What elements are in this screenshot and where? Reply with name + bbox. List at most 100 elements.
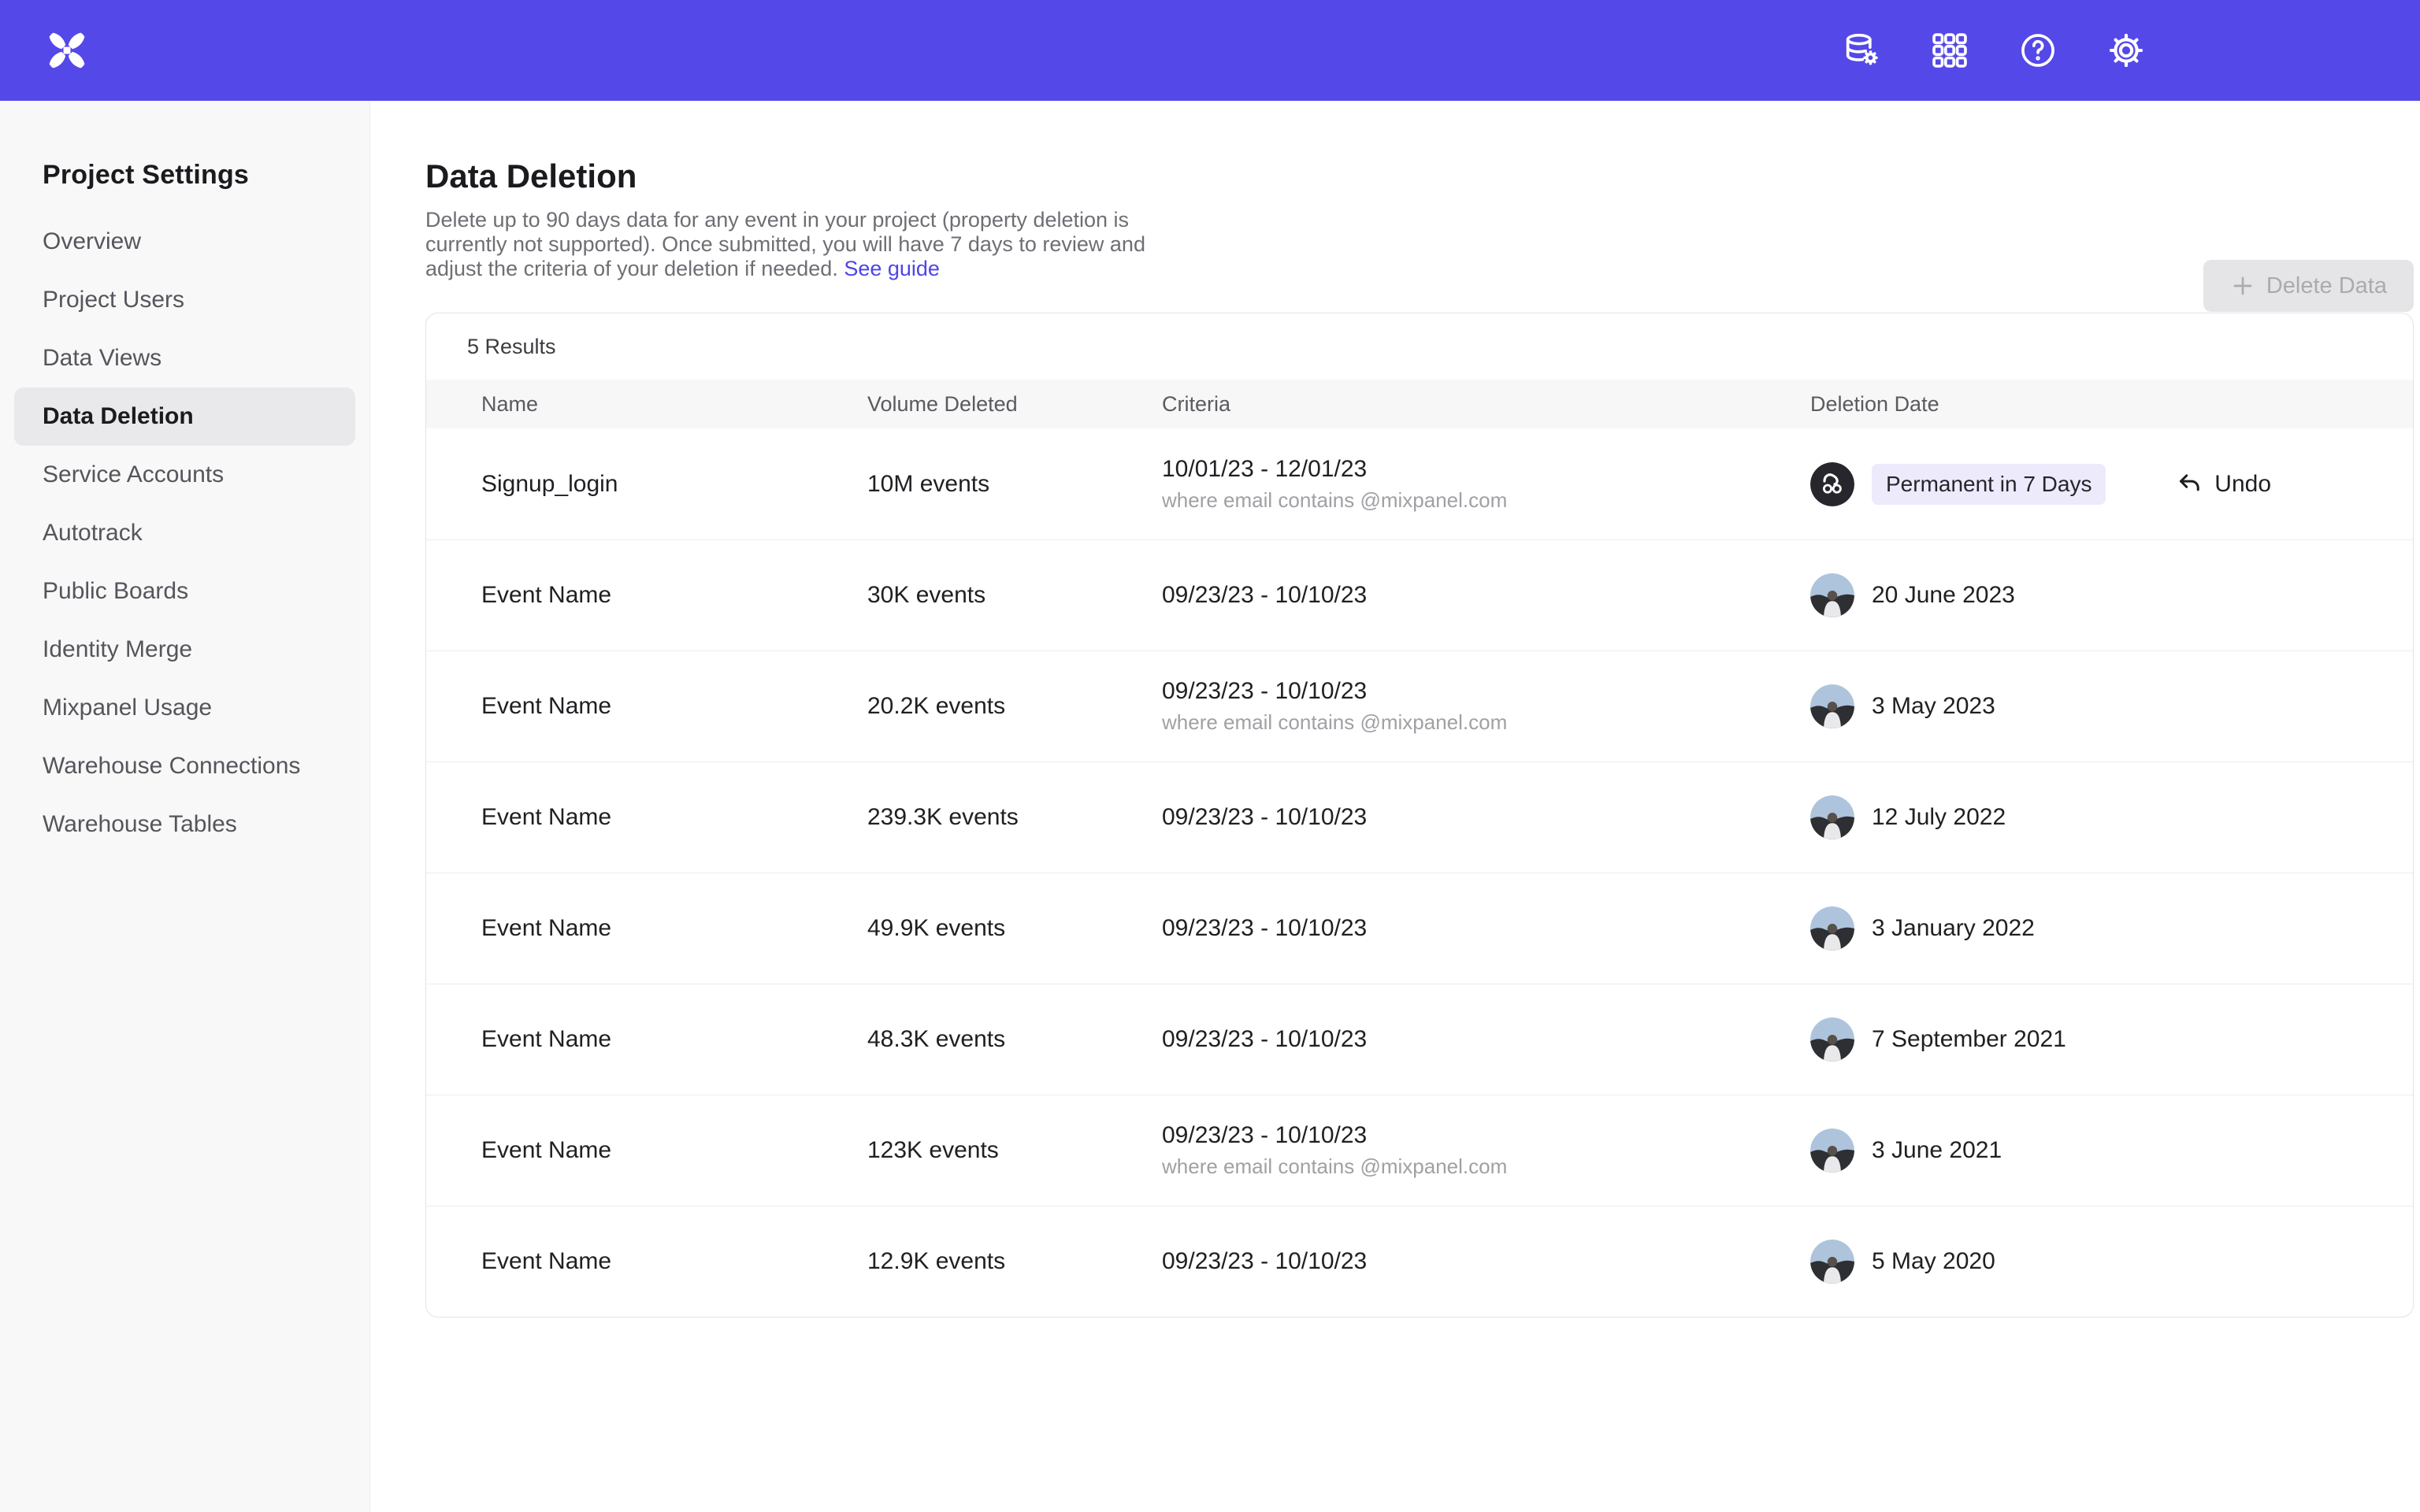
sidebar-item-label: Project Users bbox=[43, 287, 184, 313]
requester-avatar-photo bbox=[1810, 1017, 1854, 1062]
criteria-cell: 09/23/23 - 10/10/23 where email contains… bbox=[1162, 678, 1810, 735]
help-icon[interactable] bbox=[2016, 28, 2060, 72]
sidebar-item-label: Public Boards bbox=[43, 578, 188, 605]
see-guide-link[interactable]: See guide bbox=[844, 257, 940, 280]
main-content: Data Deletion Delete up to 90 days data … bbox=[370, 101, 2420, 1512]
criteria-cell: 09/23/23 - 10/10/23 bbox=[1162, 804, 1810, 831]
event-name-cell: Event Name bbox=[481, 1248, 867, 1275]
sidebar-item[interactable]: Mixpanel Usage bbox=[14, 679, 355, 737]
criteria-filter: where email contains @mixpanel.com bbox=[1162, 1154, 1810, 1179]
criteria-date-range: 09/23/23 - 10/10/23 bbox=[1162, 678, 1810, 705]
pending-status-badge: Permanent in 7 Days bbox=[1872, 464, 2106, 505]
table-body: Signup_login 10M events 10/01/23 - 12/01… bbox=[426, 428, 2413, 1317]
undo-button-label: Undo bbox=[2214, 471, 2271, 498]
requester-avatar-photo bbox=[1810, 684, 1854, 728]
deletion-date-value: 20 June 2023 bbox=[1872, 582, 2015, 609]
mixpanel-logo[interactable] bbox=[43, 26, 91, 75]
plus-icon bbox=[2230, 273, 2255, 298]
criteria-date-range: 10/01/23 - 12/01/23 bbox=[1162, 456, 1810, 483]
sidebar-item-label: Mixpanel Usage bbox=[43, 695, 212, 721]
undo-button[interactable]: Undo bbox=[2175, 470, 2271, 498]
requester-avatar-art bbox=[1810, 462, 1854, 506]
requester-avatar-photo bbox=[1810, 1240, 1854, 1284]
deletion-date-cell: 5 May 2020 bbox=[1810, 1240, 2413, 1284]
delete-data-button-label: Delete Data bbox=[2266, 273, 2387, 299]
sidebar-item-label: Autotrack bbox=[43, 520, 143, 547]
delete-data-button[interactable]: Delete Data bbox=[2203, 260, 2414, 312]
sidebar-item[interactable]: Public Boards bbox=[14, 562, 355, 621]
criteria-cell: 09/23/23 - 10/10/23 bbox=[1162, 1248, 1810, 1275]
topbar-icon-group bbox=[1839, 0, 2148, 101]
results-count: 5 Results bbox=[426, 313, 2413, 380]
deletion-date-value: 3 May 2023 bbox=[1872, 693, 1995, 720]
undo-arrow-icon bbox=[2175, 470, 2203, 498]
deletion-date-value: 5 May 2020 bbox=[1872, 1248, 1995, 1275]
volume-deleted-cell: 20.2K events bbox=[867, 693, 1162, 720]
table-row: Event Name 20.2K events 09/23/23 - 10/10… bbox=[426, 650, 2413, 762]
sidebar-item[interactable]: Warehouse Tables bbox=[14, 795, 355, 854]
sidebar-item-label: Identity Merge bbox=[43, 636, 192, 663]
requester-avatar-photo bbox=[1810, 795, 1854, 839]
sidebar-item[interactable]: Overview bbox=[14, 213, 355, 271]
deletion-date-cell: 3 June 2021 bbox=[1810, 1128, 2413, 1173]
column-header-volume: Volume Deleted bbox=[867, 392, 1162, 417]
volume-deleted-cell: 49.9K events bbox=[867, 915, 1162, 942]
top-navigation-bar bbox=[0, 0, 2420, 101]
volume-deleted-cell: 10M events bbox=[867, 471, 1162, 498]
event-name-cell: Event Name bbox=[481, 804, 867, 831]
table-row: Event Name 48.3K events 09/23/23 - 10/10… bbox=[426, 984, 2413, 1095]
deletion-date-value: 7 September 2021 bbox=[1872, 1026, 2066, 1053]
page-description-text: Delete up to 90 days data for any event … bbox=[425, 208, 1145, 280]
event-name-cell: Signup_login bbox=[481, 471, 867, 498]
page-title: Data Deletion bbox=[425, 158, 2420, 195]
table-header: Name Volume Deleted Criteria Deletion Da… bbox=[426, 380, 2413, 428]
deletion-date-value: 12 July 2022 bbox=[1872, 804, 2006, 831]
sidebar-item[interactable]: Identity Merge bbox=[14, 621, 355, 679]
apps-grid-icon[interactable] bbox=[1928, 28, 1972, 72]
table-row: Event Name 12.9K events 09/23/23 - 10/10… bbox=[426, 1206, 2413, 1317]
deletion-date-cell: 12 July 2022 bbox=[1810, 795, 2413, 839]
sidebar-item-label: Data Deletion bbox=[43, 403, 194, 430]
criteria-date-range: 09/23/23 - 10/10/23 bbox=[1162, 1248, 1810, 1275]
sidebar-item[interactable]: Data Views bbox=[14, 329, 355, 387]
criteria-date-range: 09/23/23 - 10/10/23 bbox=[1162, 1026, 1810, 1053]
sidebar-nav: Overview Project Users Data Views Data D… bbox=[0, 213, 369, 854]
volume-deleted-cell: 12.9K events bbox=[867, 1248, 1162, 1275]
volume-deleted-cell: 48.3K events bbox=[867, 1026, 1162, 1053]
criteria-cell: 09/23/23 - 10/10/23 where email contains… bbox=[1162, 1122, 1810, 1179]
criteria-filter: where email contains @mixpanel.com bbox=[1162, 488, 1810, 513]
deletion-date-value: 3 January 2022 bbox=[1872, 915, 2035, 942]
criteria-cell: 09/23/23 - 10/10/23 bbox=[1162, 582, 1810, 609]
sidebar-item[interactable]: Warehouse Connections bbox=[14, 737, 355, 795]
deletion-date-cell: 3 January 2022 bbox=[1810, 906, 2413, 951]
event-name-cell: Event Name bbox=[481, 1026, 867, 1053]
sidebar-item-label: Warehouse Connections bbox=[43, 753, 300, 780]
data-management-icon[interactable] bbox=[1839, 28, 1884, 72]
table-row: Event Name 30K events 09/23/23 - 10/10/2… bbox=[426, 539, 2413, 650]
requester-avatar-photo bbox=[1810, 573, 1854, 617]
table-row: Event Name 239.3K events 09/23/23 - 10/1… bbox=[426, 762, 2413, 873]
volume-deleted-cell: 123K events bbox=[867, 1137, 1162, 1164]
requester-avatar-photo bbox=[1810, 1128, 1854, 1173]
sidebar-item[interactable]: Data Deletion bbox=[14, 387, 355, 446]
requester-avatar-photo bbox=[1810, 906, 1854, 951]
sidebar-title: Project Settings bbox=[43, 158, 369, 192]
event-name-cell: Event Name bbox=[481, 1137, 867, 1164]
event-name-cell: Event Name bbox=[481, 693, 867, 720]
sidebar-item[interactable]: Autotrack bbox=[14, 504, 355, 562]
sidebar-item-label: Warehouse Tables bbox=[43, 811, 237, 838]
deletion-date-cell: 3 May 2023 bbox=[1810, 684, 2413, 728]
criteria-cell: 10/01/23 - 12/01/23 where email contains… bbox=[1162, 456, 1810, 513]
settings-gear-icon[interactable] bbox=[2104, 28, 2148, 72]
column-header-deletion-date: Deletion Date bbox=[1810, 392, 2413, 417]
sidebar-item[interactable]: Project Users bbox=[14, 271, 355, 329]
criteria-date-range: 09/23/23 - 10/10/23 bbox=[1162, 1122, 1810, 1149]
deletion-requests-card: 5 Results Name Volume Deleted Criteria D… bbox=[425, 313, 2414, 1317]
deletion-date-cell: 7 September 2021 bbox=[1810, 1017, 2413, 1062]
column-header-name: Name bbox=[481, 392, 867, 417]
sidebar-item[interactable]: Service Accounts bbox=[14, 446, 355, 504]
deletion-date-value: 3 June 2021 bbox=[1872, 1137, 2002, 1164]
deletion-date-cell: Permanent in 7 Days Undo bbox=[1810, 462, 2413, 506]
event-name-cell: Event Name bbox=[481, 582, 867, 609]
volume-deleted-cell: 239.3K events bbox=[867, 804, 1162, 831]
